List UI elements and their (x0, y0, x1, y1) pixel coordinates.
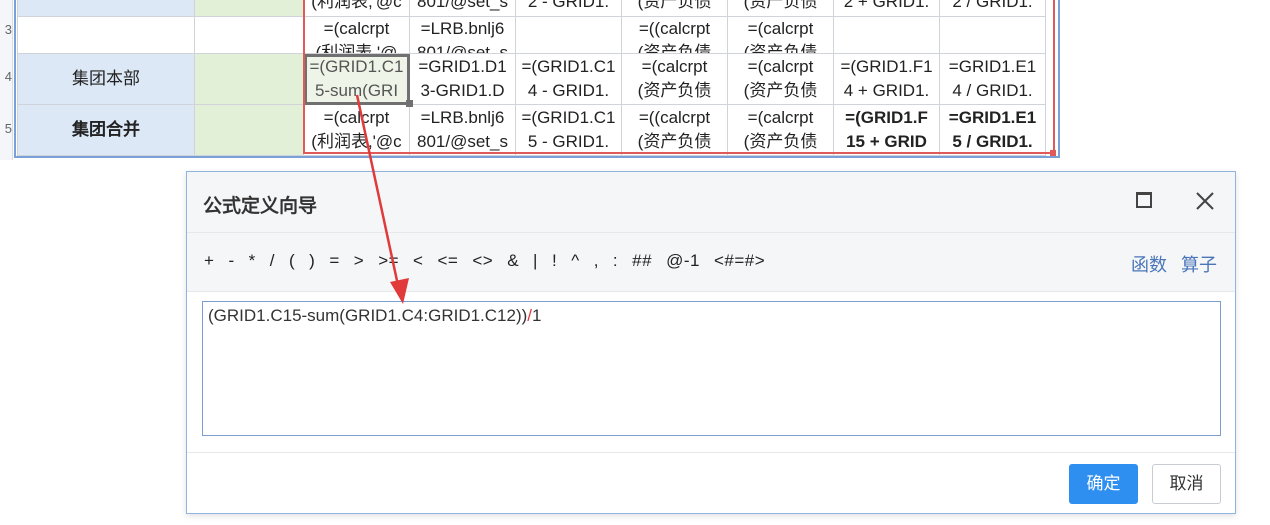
functions-link[interactable]: 函数 (1131, 251, 1167, 277)
operator-button[interactable]: ! (545, 251, 564, 271)
operator-button[interactable]: ) (302, 251, 322, 271)
operator-button[interactable]: - (221, 251, 241, 271)
operator-button[interactable]: : (606, 251, 625, 271)
operator-list: + - * /() = > >= < <= <> & |! ^,: ## @-1 <#=#> (197, 251, 772, 271)
operator-button[interactable]: < (406, 251, 430, 271)
operator-button[interactable]: ( (282, 251, 302, 271)
operator-button[interactable]: = (322, 251, 346, 271)
cancel-button[interactable]: 取消 (1152, 464, 1221, 504)
operator-button[interactable]: >= (371, 251, 406, 271)
selection-fill-handle[interactable] (406, 100, 413, 107)
operator-button[interactable]: | (526, 251, 545, 271)
dialog-title: 公式定义向导 (203, 196, 318, 217)
operator-button[interactable]: ^ (564, 251, 586, 271)
operator-button[interactable]: ## (625, 251, 659, 271)
row-header[interactable]: 4 (0, 69, 12, 85)
operator-button[interactable]: > (347, 251, 371, 271)
grid-frame (14, 0, 1060, 158)
ok-button[interactable]: 确定 (1069, 464, 1138, 504)
formula-text[interactable]: (GRID1.C15-sum(GRID1.C4:GRID1.C12))/1 (208, 306, 541, 326)
operators-link[interactable]: 算子 (1181, 251, 1217, 277)
toolbar-links: 函数 算子 (1131, 251, 1217, 277)
formula-editor[interactable]: (GRID1.C15-sum(GRID1.C4:GRID1.C12))/1 (202, 301, 1221, 436)
operator-button[interactable]: <#=#> (707, 251, 772, 271)
footer-divider (187, 452, 1235, 453)
maximize-button[interactable] (1132, 188, 1158, 214)
row-header[interactable]: 5 (0, 121, 12, 137)
close-button[interactable] (1192, 188, 1218, 214)
close-icon (1196, 192, 1214, 210)
operators-toolbar: + - * /() = > >= < <= <> & |! ^,: ## @-1 <#=#> 函数 算子 (187, 233, 1235, 292)
operator-button[interactable]: @-1 (659, 251, 707, 271)
formula-part: (GRID1.C15-sum(GRID1.C4:GRID1.C12)) (208, 306, 528, 325)
formula-part: 1 (532, 306, 542, 325)
dialog-header: 公式定义向导 (187, 172, 1235, 233)
operator-button[interactable]: , (587, 251, 606, 271)
range-resize-handle[interactable] (1050, 150, 1056, 156)
operator-button[interactable]: + (197, 251, 221, 271)
operator-button[interactable]: / (263, 251, 282, 271)
operator-button[interactable]: * (242, 251, 263, 271)
maximize-icon (1136, 192, 1152, 208)
operator-button[interactable]: <> (465, 251, 500, 271)
row-header[interactable]: 3 (0, 22, 12, 38)
row-header-column: 3 4 5 (0, 0, 13, 160)
formula-wizard-dialog: 公式定义向导 + - * /() = > >= < <= <> & |! ^,: ## @-1 <#=#> 函… (186, 171, 1236, 514)
operator-button[interactable]: & (500, 251, 526, 271)
operator-button[interactable]: <= (430, 251, 465, 271)
